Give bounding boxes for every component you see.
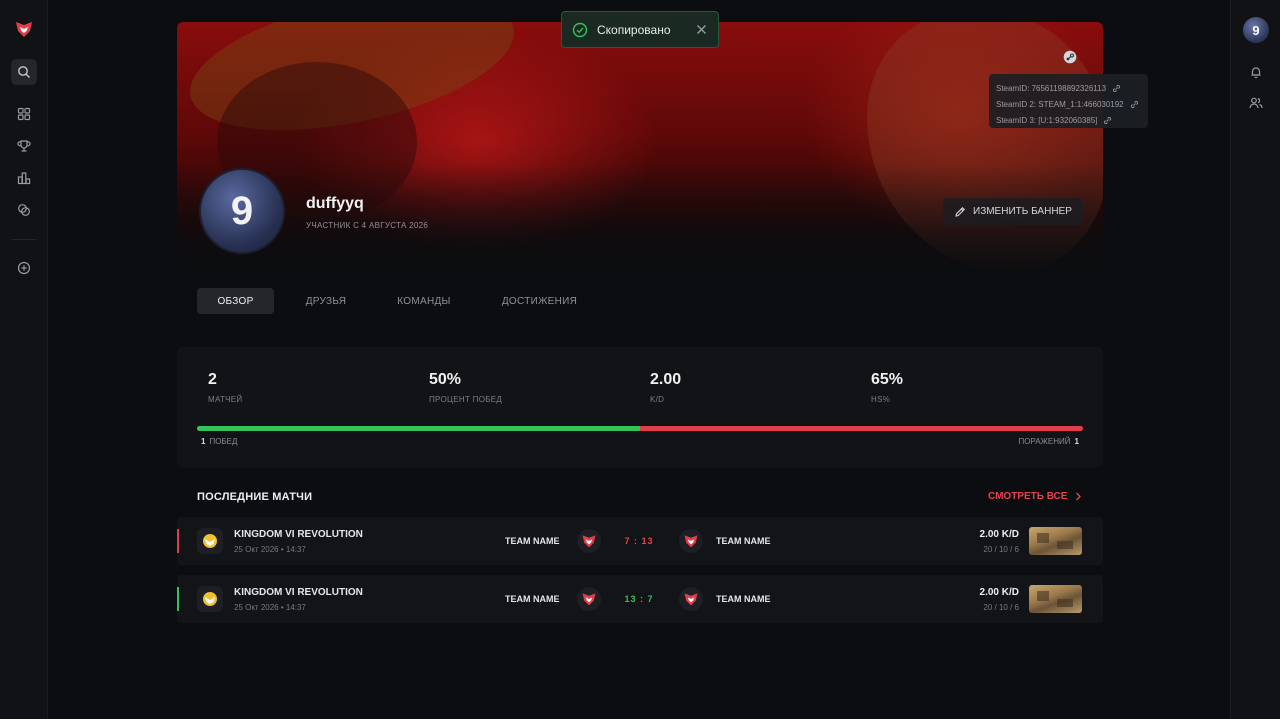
tab-friends[interactable]: ДРУЗЬЯ [290, 288, 362, 314]
team-b-name: TEAM NAME [716, 594, 771, 604]
losses-caption: ПОРАЖЕНИЙ 1 [1018, 437, 1083, 446]
team-b-name: TEAM NAME [716, 536, 771, 546]
user-avatar[interactable]: 9 [1243, 17, 1269, 43]
steam-id-label: SteamID 2: STEAM_1:1:466030192 [996, 99, 1124, 109]
toast-text: Скопировано [597, 22, 671, 37]
steam-id-row[interactable]: SteamID 2: STEAM_1:1:466030192 [996, 96, 1141, 112]
steam-id-row[interactable]: SteamID 3: [U:1:932060385] [996, 112, 1141, 128]
tournament-logo-icon [197, 586, 223, 612]
team-a-logo-icon [577, 529, 601, 553]
team-b-logo-icon [679, 587, 703, 611]
tab-achievements[interactable]: ДОСТИЖЕНИЯ [492, 288, 587, 314]
right-sidebar: 9 [1230, 0, 1280, 719]
losses-count: 1 [1074, 437, 1079, 446]
team-a-logo-icon [577, 587, 601, 611]
tournament-logo-icon [197, 528, 223, 554]
steam-icon[interactable] [1059, 46, 1081, 68]
username: duffyyq [306, 195, 364, 212]
member-since: УЧАСТНИК С 4 АВГУСТА 2026 [306, 221, 429, 230]
stat-kd-value: 2.00 [650, 371, 682, 388]
check-circle-icon [572, 22, 588, 37]
match-score: 13 : 7 [624, 594, 654, 604]
stat-hs-label: HS% [871, 395, 891, 404]
stat-winrate-value: 50% [429, 371, 462, 388]
steam-id-label: SteamID: 76561198892326113 [996, 83, 1107, 93]
copied-toast: Скопировано [561, 11, 719, 48]
stat-hs-value: 65% [871, 371, 904, 388]
change-banner-button[interactable]: ИЗМЕНИТЬ БАННЕР [943, 198, 1083, 225]
copy-icon[interactable] [1112, 84, 1121, 93]
coins-icon[interactable] [11, 197, 37, 223]
result-accent [177, 529, 179, 553]
chevron-right-icon [1076, 492, 1082, 501]
pencil-icon [955, 206, 965, 217]
stat-winrate-label: ПРОЦЕНТ ПОБЕД [429, 395, 503, 404]
view-all-label: СМОТРЕТЬ ВСЕ [988, 491, 1068, 502]
sidebar-divider [12, 239, 36, 240]
tab-overview[interactable]: ОБЗОР [197, 288, 274, 314]
tournament-name: KINGDOM VI REVOLUTION [234, 587, 363, 598]
wins-count: 1 [201, 437, 206, 446]
profile-avatar: 9 [199, 168, 285, 254]
change-banner-label: ИЗМЕНИТЬ БАННЕР [973, 206, 1072, 217]
stat-kd-label: K/D [650, 395, 665, 404]
stat-matches-label: МАТЧЕЙ [208, 395, 243, 404]
team-a-name: TEAM NAME [505, 594, 560, 604]
profile-banner [177, 22, 1103, 274]
match-kd: 2.00 K/D [979, 587, 1019, 598]
steam-id-popover: SteamID: 76561198892326113 SteamID 2: ST… [989, 74, 1148, 128]
friends-icon[interactable] [1246, 93, 1266, 113]
stats-card: 2 МАТЧЕЙ 50% ПРОЦЕНТ ПОБЕД 2.00 K/D 65% … [177, 347, 1103, 468]
match-date: 25 Окт 2026 • 14:37 [234, 603, 306, 612]
brand-logo-icon[interactable] [14, 19, 34, 39]
tournament-name: KINGDOM VI REVOLUTION [234, 529, 363, 540]
match-score: 7 : 13 [624, 536, 654, 546]
match-row[interactable]: KINGDOM VI REVOLUTION 25 Окт 2026 • 14:3… [177, 575, 1103, 623]
steam-id-label: SteamID 3: [U:1:932060385] [996, 115, 1098, 125]
add-circle-icon[interactable] [11, 255, 37, 281]
avatar-glyph: 9 [230, 188, 254, 233]
team-b-logo-icon [679, 529, 703, 553]
wins-caption: 1 ПОБЕД [197, 437, 237, 446]
tab-teams[interactable]: КОМАНДЫ [385, 288, 463, 314]
match-row[interactable]: KINGDOM VI REVOLUTION 25 Окт 2026 • 14:3… [177, 517, 1103, 565]
result-accent [177, 587, 179, 611]
view-all-link[interactable]: СМОТРЕТЬ ВСЕ [988, 491, 1082, 502]
copy-icon[interactable] [1130, 100, 1139, 109]
win-fill [197, 426, 640, 431]
bell-icon[interactable] [1246, 62, 1266, 82]
losses-label: ПОРАЖЕНИЙ [1018, 437, 1071, 446]
win-loss-bar [197, 426, 1083, 431]
steam-id-row[interactable]: SteamID: 76561198892326113 [996, 80, 1141, 96]
map-thumbnail [1029, 585, 1082, 613]
copy-icon[interactable] [1103, 116, 1112, 125]
stat-matches-value: 2 [208, 371, 217, 388]
avatar-glyph: 9 [1252, 22, 1260, 38]
match-kd: 2.00 K/D [979, 529, 1019, 540]
close-icon[interactable] [694, 23, 708, 37]
map-thumbnail [1029, 527, 1082, 555]
dashboard-grid-icon[interactable] [11, 101, 37, 127]
search-icon[interactable] [11, 59, 37, 85]
match-date: 25 Окт 2026 • 14:37 [234, 545, 306, 554]
recent-matches-title: ПОСЛЕДНИЕ МАТЧИ [197, 491, 313, 503]
trophy-icon[interactable] [11, 133, 37, 159]
match-kda: 20 / 10 / 6 [983, 603, 1019, 612]
left-sidebar [0, 0, 48, 719]
match-kda: 20 / 10 / 6 [983, 545, 1019, 554]
wins-label: ПОБЕД [209, 437, 238, 446]
leaderboard-icon[interactable] [11, 165, 37, 191]
team-a-name: TEAM NAME [505, 536, 560, 546]
